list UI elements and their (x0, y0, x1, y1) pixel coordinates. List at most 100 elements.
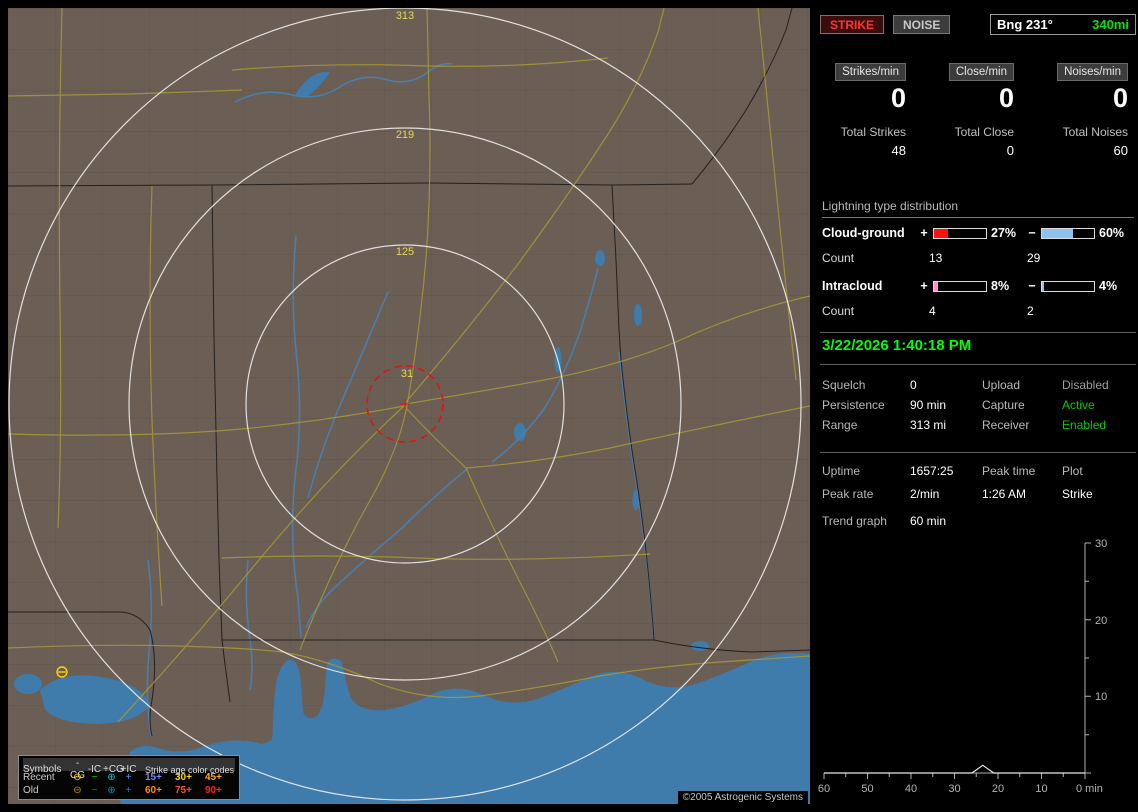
ic-minus-count: 2 (1027, 304, 1034, 318)
cloud-ground-count-row: Count 13 29 (822, 251, 1136, 265)
close-per-min-label: Close/min (948, 63, 1014, 81)
capture-label: Capture (982, 398, 1025, 412)
noise-mode-button[interactable]: NOISE (893, 15, 951, 34)
intracloud-count-row: Count 4 2 (822, 304, 1136, 318)
graph-tick-labels: 30 20 10 60 50 40 30 20 10 0 min (818, 538, 1107, 795)
close-per-min-value: 0 (998, 83, 1014, 113)
x-tick-50: 50 (861, 783, 873, 795)
noises-per-min-label: Noises/min (1057, 63, 1128, 81)
cg-plus-pct: 27% (991, 226, 1017, 240)
cg-plus-bar (933, 227, 987, 239)
legend-row-recent: Recent ⊖ − ⊕ + 15+ 30+ 45+ (23, 771, 235, 784)
pos-ic-recent-icon: + (125, 771, 132, 783)
upload-status: Disabled (1062, 378, 1109, 392)
cloud-ground-row: Cloud-ground + 27% − 60% (822, 226, 1136, 240)
y-tick-10: 10 (1095, 691, 1107, 703)
range-value: 313 mi (910, 418, 947, 432)
divider (820, 332, 1136, 333)
legend-old-label: Old (23, 784, 39, 796)
age-90: 90+ (205, 784, 222, 796)
total-close-label: Total Close (954, 125, 1014, 139)
legend-row-old: Old ⊖ − ⊕ + 60+ 75+ 90+ (23, 784, 235, 797)
x-tick-40: 40 (905, 783, 917, 795)
ring-label-31: 31 (401, 368, 413, 380)
ic-plus-count: 4 (929, 304, 936, 318)
plot-label: Plot (1062, 464, 1083, 478)
count-label: Count (822, 251, 855, 265)
receiver-status: Enabled (1062, 418, 1107, 432)
trend-line (824, 764, 1085, 774)
ring-label-219: 219 (396, 129, 414, 141)
age-45: 45+ (205, 771, 222, 783)
ic-minus-bar (1041, 280, 1095, 292)
stats-row-1: Uptime 1657:25 Peak time Plot (822, 461, 1136, 481)
cg-plus-count: 13 (929, 251, 943, 265)
trend-graph: 30 20 10 60 50 40 30 20 10 0 min (818, 538, 1107, 795)
plot-mode-value: Strike (1062, 487, 1093, 501)
age-15: 15+ (145, 771, 162, 783)
age-30: 30+ (175, 771, 192, 783)
minus-sign: − (1028, 279, 1036, 293)
neg-ic-recent-icon: − (91, 771, 98, 783)
squelch-label: Squelch (822, 378, 866, 392)
pos-ic-old-icon: + (125, 784, 132, 796)
persistence-value: 90 min (910, 398, 947, 412)
y-tick-20: 20 (1095, 615, 1107, 627)
minus-sign: − (1028, 226, 1036, 240)
cloud-ground-label: Cloud-ground (822, 226, 905, 240)
ring-label-313: 313 (396, 10, 414, 22)
cg-minus-bar (1041, 227, 1095, 239)
age-60: 60+ (145, 784, 162, 796)
bearing-value: Bng 231° (997, 17, 1053, 32)
bearing-distance: 340mi (1092, 17, 1129, 32)
legend-recent-label: Recent (23, 771, 55, 783)
status-panel: STRIKE NOISE Bng 231° 340mi Strikes/min … (818, 0, 1138, 812)
map-canvas[interactable]: 313 219 125 31 (8, 8, 810, 804)
total-noises-value: 60 (1113, 143, 1128, 158)
uptime-value: 1657:25 (910, 464, 954, 478)
peak-time-label: Peak time (982, 464, 1036, 478)
settings-row-2: Persistence 90 min Capture Active (822, 395, 1136, 415)
ic-plus-pct: 8% (991, 279, 1010, 293)
strikes-column: Strikes/min 0 Total Strikes 48 (820, 63, 906, 158)
strikes-per-min-label: Strikes/min (835, 63, 906, 81)
upload-label: Upload (982, 378, 1021, 392)
cg-minus-count: 29 (1027, 251, 1041, 265)
age-75: 75+ (175, 784, 192, 796)
pos-cg-recent-icon: ⊕ (107, 771, 116, 783)
x-tick-20: 20 (992, 783, 1004, 795)
plus-sign: + (920, 226, 928, 240)
cg-minus-pct: 60% (1099, 226, 1125, 240)
peak-time-value: 1:26 AM (982, 487, 1027, 501)
settings-row-3: Range 313 mi Receiver Enabled (822, 415, 1136, 435)
divider (820, 452, 1136, 453)
plus-sign: + (920, 279, 928, 293)
distribution-title: Lightning type distribution (822, 199, 1134, 218)
panel-header: STRIKE NOISE Bng 231° 340mi (820, 14, 1136, 35)
noises-per-min-value: 0 (1112, 83, 1128, 113)
peak-rate-label: Peak rate (822, 487, 874, 501)
capture-status: Active (1062, 398, 1095, 412)
neg-cg-recent-icon: ⊖ (73, 771, 82, 783)
settings-row-1: Squelch 0 Upload Disabled (822, 375, 1136, 395)
trend-graph-row: Trend graph 60 min (822, 514, 1136, 528)
total-close-value: 0 (1006, 143, 1014, 158)
divider (820, 364, 1136, 365)
neg-cg-old-icon: ⊖ (73, 784, 82, 796)
ic-minus-pct: 4% (1099, 279, 1118, 293)
uptime-label: Uptime (822, 464, 861, 478)
y-tick-30: 30 (1095, 538, 1107, 550)
stats-row-2: Peak rate 2/min 1:26 AM Strike (822, 484, 1136, 504)
persistence-label: Persistence (822, 398, 885, 412)
map-panel: 313 219 125 31 Symbols -CG -IC +CG +IC S… (8, 8, 810, 804)
strike-mode-button[interactable]: STRIKE (820, 15, 885, 34)
x-tick-30: 30 (948, 783, 960, 795)
strikes-per-min-value: 0 (890, 83, 906, 113)
total-noises-label: Total Noises (1062, 125, 1128, 139)
copyright-text: ©2005 Astrogenic Systems (677, 791, 808, 804)
close-column: Close/min 0 Total Close 0 (930, 63, 1014, 158)
ic-plus-bar (933, 280, 987, 292)
map-legend: Symbols -CG -IC +CG +IC Strike age color… (18, 755, 240, 800)
peak-rate-value: 2/min (910, 487, 940, 501)
noises-column: Noises/min 0 Total Noises 60 (1040, 63, 1128, 158)
